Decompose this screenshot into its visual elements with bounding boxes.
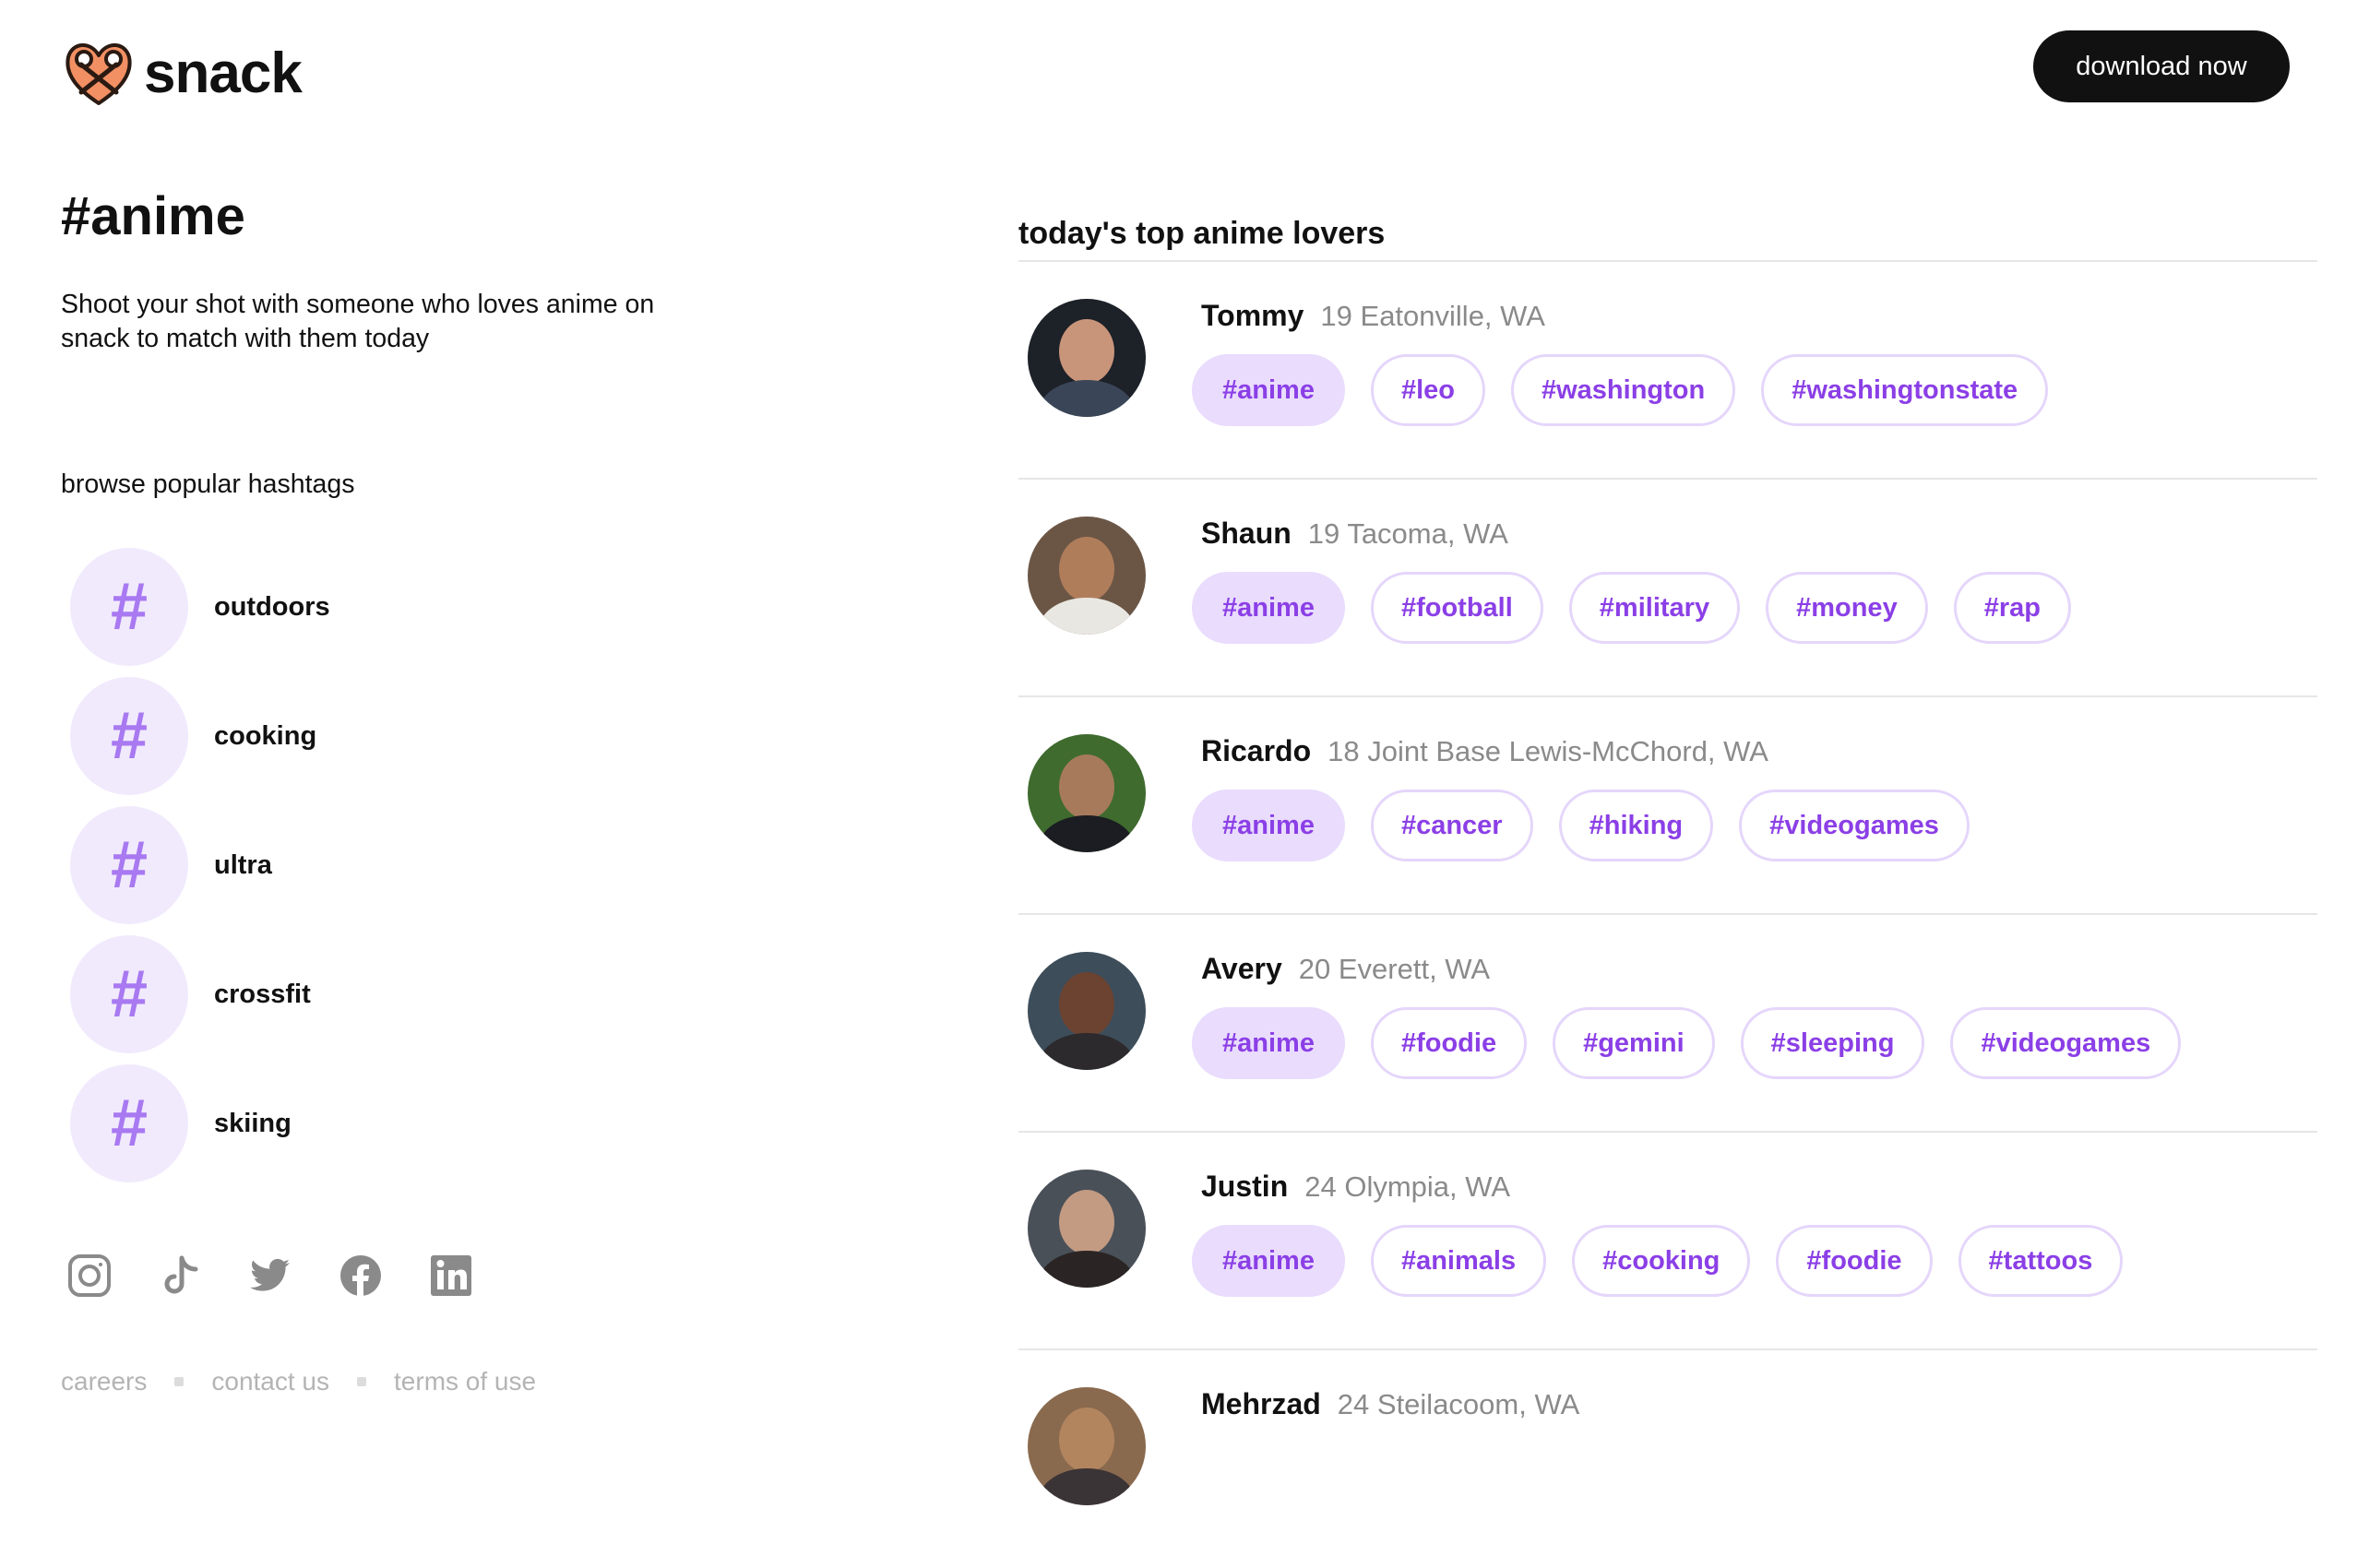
hashtag-icon: # [70, 935, 188, 1053]
user-name[interactable]: Shaun 19 Tacoma, WA [1201, 517, 1508, 551]
download-now-button[interactable]: download now [2033, 30, 2290, 102]
user-name[interactable]: Justin 24 Olympia, WA [1201, 1170, 1510, 1204]
tag-chip[interactable]: #tattoos [1958, 1225, 2124, 1297]
user-age-location: 18 Joint Base Lewis-McChord, WA [1327, 735, 1768, 767]
user-row: Tommy 19 Eatonville, WA #anime #leo #wash… [1018, 262, 2317, 480]
hashtag-icon: # [70, 806, 188, 924]
user-name[interactable]: Avery 20 Everett, WA [1201, 952, 1490, 986]
hashtag-item-ultra[interactable]: # ultra [70, 801, 330, 930]
browse-heading: browse popular hashtags [61, 469, 355, 499]
tag-chip[interactable]: #videogames [1739, 790, 1970, 861]
tag-chip[interactable]: #washington [1510, 354, 1736, 426]
user-row: Shaun 19 Tacoma, WA #anime #football #mil… [1018, 480, 2317, 697]
pretzel-logo-icon [65, 43, 132, 105]
avatar[interactable] [1028, 1387, 1146, 1505]
tiktok-icon[interactable] [157, 1253, 203, 1299]
tag-chip[interactable]: #football [1370, 572, 1543, 644]
user-age-location: 24 Steilacoom, WA [1337, 1388, 1580, 1420]
tag-chip[interactable]: #leo [1370, 354, 1485, 426]
hashtag-label: outdoors [214, 591, 330, 622]
terms-of-use-link[interactable]: terms of use [394, 1367, 536, 1396]
user-tags: #anime #foodie #gemini #sleeping #videog… [1192, 1007, 2182, 1079]
user-age-location: 19 Tacoma, WA [1307, 517, 1508, 550]
hashtag-icon: # [70, 548, 188, 666]
intro-text: Shoot your shot with someone who loves a… [61, 290, 655, 353]
tag-chip[interactable]: #military [1568, 572, 1741, 644]
hashtag-label: skiing [214, 1108, 292, 1138]
tag-chip[interactable]: #cooking [1572, 1225, 1751, 1297]
top-lovers-heading: today's top anime lovers [1018, 216, 1386, 251]
twitter-icon[interactable] [247, 1253, 293, 1299]
tag-chip[interactable]: #rap [1953, 572, 2071, 644]
hashtag-label: cooking [214, 720, 317, 751]
tag-chip[interactable]: #anime [1192, 354, 1345, 426]
linkedin-icon[interactable] [428, 1253, 474, 1299]
tag-chip[interactable]: #money [1766, 572, 1928, 644]
hashtag-item-outdoors[interactable]: # outdoors [70, 542, 330, 671]
tag-chip[interactable]: #videogames [1950, 1007, 2182, 1079]
tag-chip[interactable]: #foodie [1370, 1007, 1528, 1079]
avatar[interactable] [1028, 734, 1146, 852]
hashtag-icon: # [70, 1064, 188, 1182]
user-age-location: 20 Everett, WA [1298, 953, 1491, 985]
snack-logo[interactable]: snack [61, 37, 303, 111]
tag-chip[interactable]: #anime [1192, 790, 1345, 861]
contact-us-link[interactable]: contact us [211, 1367, 329, 1396]
user-row: Mehrzad 24 Steilacoom, WA [1018, 1350, 2317, 1568]
tag-chip[interactable]: #animals [1370, 1225, 1547, 1297]
separator-dot [357, 1377, 367, 1386]
user-name[interactable]: Ricardo 18 Joint Base Lewis-McChord, WA [1201, 734, 1768, 768]
user-tags: #anime #cancer #hiking #videogames [1192, 790, 1970, 861]
user-row: Ricardo 18 Joint Base Lewis-McChord, WA #… [1018, 697, 2317, 915]
avatar[interactable] [1028, 952, 1146, 1070]
tag-chip[interactable]: #washingtonstate [1761, 354, 2049, 426]
careers-link[interactable]: careers [61, 1367, 147, 1396]
avatar[interactable] [1028, 517, 1146, 635]
instagram-icon[interactable] [66, 1253, 113, 1299]
user-row: Avery 20 Everett, WA #anime #foodie #gemi… [1018, 915, 2317, 1133]
user-row: Justin 24 Olympia, WA #anime #animals #co… [1018, 1133, 2317, 1350]
user-tags: #anime #animals #cooking #foodie #tattoo… [1192, 1225, 2124, 1297]
social-links [66, 1253, 474, 1299]
user-age-location: 24 Olympia, WA [1304, 1170, 1511, 1203]
user-name[interactable]: Tommy 19 Eatonville, WA [1201, 299, 1545, 333]
facebook-icon[interactable] [338, 1253, 384, 1299]
footer-links: careers contact us terms of use [61, 1367, 536, 1396]
popular-hashtags-list: # outdoors # cooking # ultra # crossfit … [70, 542, 330, 1188]
tag-chip[interactable]: #gemini [1553, 1007, 1715, 1079]
avatar[interactable] [1028, 299, 1146, 417]
user-name[interactable]: Mehrzad 24 Steilacoom, WA [1201, 1387, 1579, 1421]
user-tags: #anime #leo #washington #washingtonstate [1192, 354, 2049, 426]
user-tags: #anime #football #military #money #rap [1192, 572, 2071, 644]
hashtag-item-crossfit[interactable]: # crossfit [70, 930, 330, 1059]
hashtag-label: crossfit [214, 979, 311, 1009]
hashtag-item-cooking[interactable]: # cooking [70, 671, 330, 801]
tag-chip[interactable]: #sleeping [1740, 1007, 1925, 1079]
hashtag-label: ultra [214, 849, 272, 880]
hashtag-item-skiing[interactable]: # skiing [70, 1059, 330, 1188]
page-title: #anime [61, 186, 245, 246]
tag-chip[interactable]: #foodie [1776, 1225, 1933, 1297]
hashtag-icon: # [70, 677, 188, 795]
top-lovers-list: Tommy 19 Eatonville, WA #anime #leo #wash… [1018, 262, 2317, 1568]
separator-dot [174, 1377, 185, 1386]
tag-chip[interactable]: #cancer [1370, 790, 1533, 861]
user-age-location: 19 Eatonville, WA [1320, 300, 1545, 332]
logo-wordmark: snack [144, 42, 303, 105]
tag-chip[interactable]: #anime [1192, 572, 1345, 644]
tag-chip[interactable]: #anime [1192, 1225, 1345, 1297]
tag-chip[interactable]: #anime [1192, 1007, 1345, 1079]
tag-chip[interactable]: #hiking [1558, 790, 1714, 861]
avatar[interactable] [1028, 1170, 1146, 1288]
